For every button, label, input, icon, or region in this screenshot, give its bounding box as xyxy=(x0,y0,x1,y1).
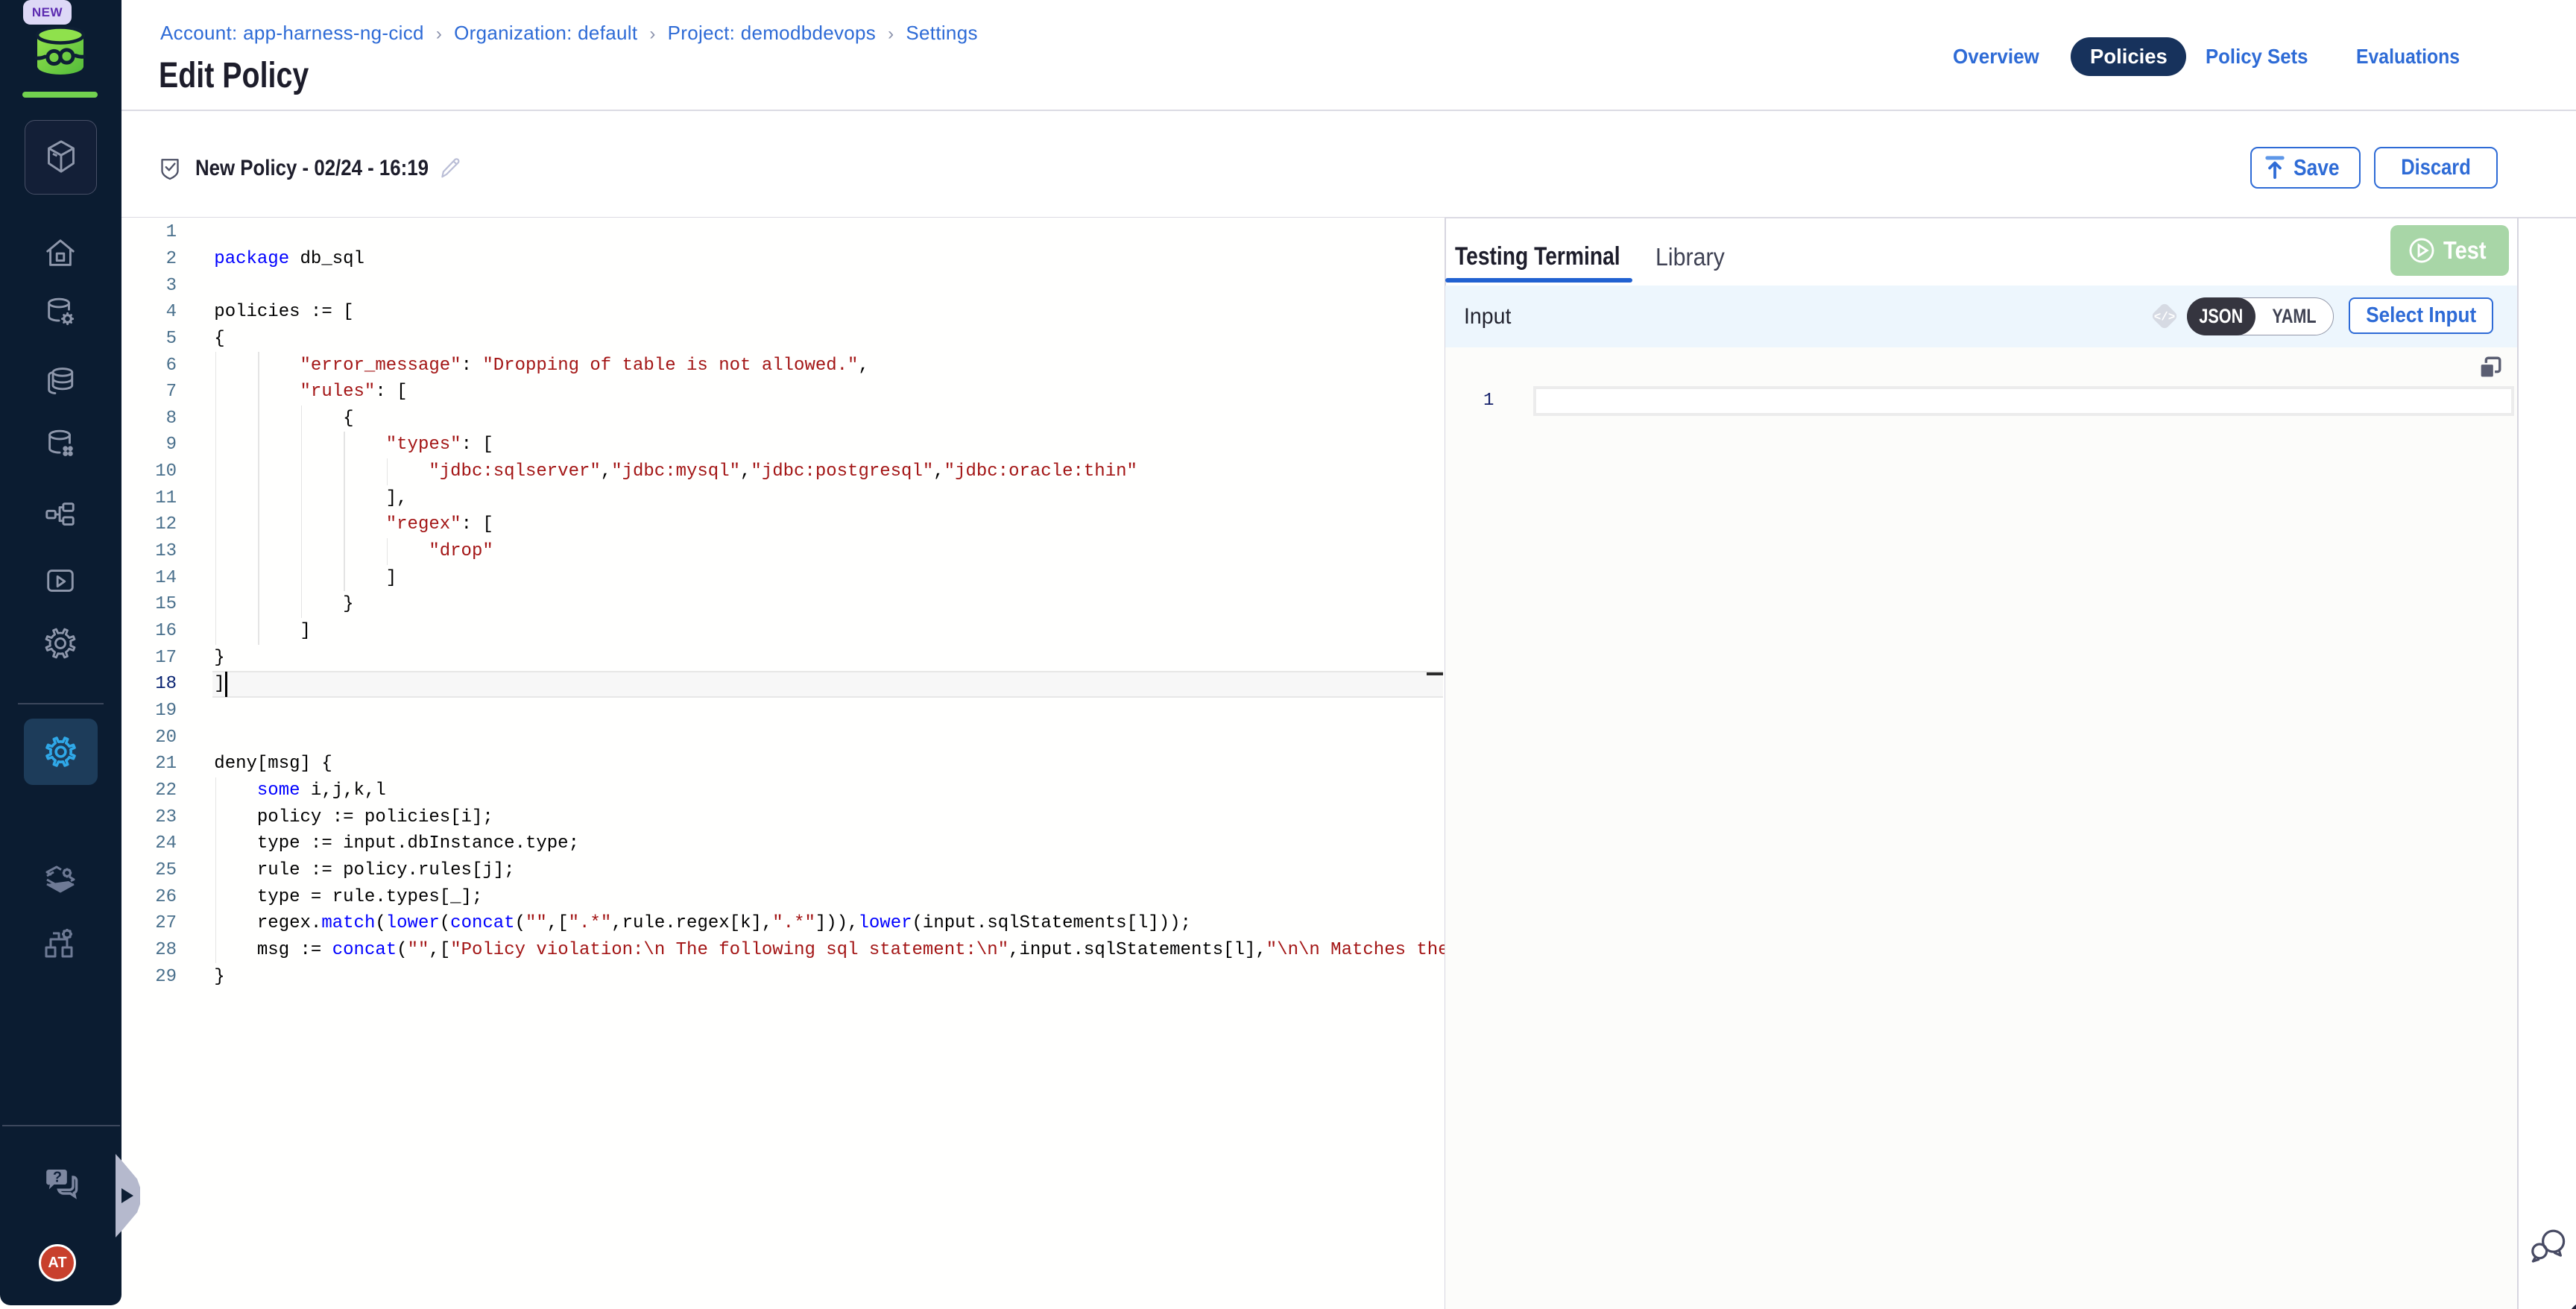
svg-text:</>: </> xyxy=(2154,310,2176,324)
svg-text:?: ? xyxy=(53,1170,62,1186)
